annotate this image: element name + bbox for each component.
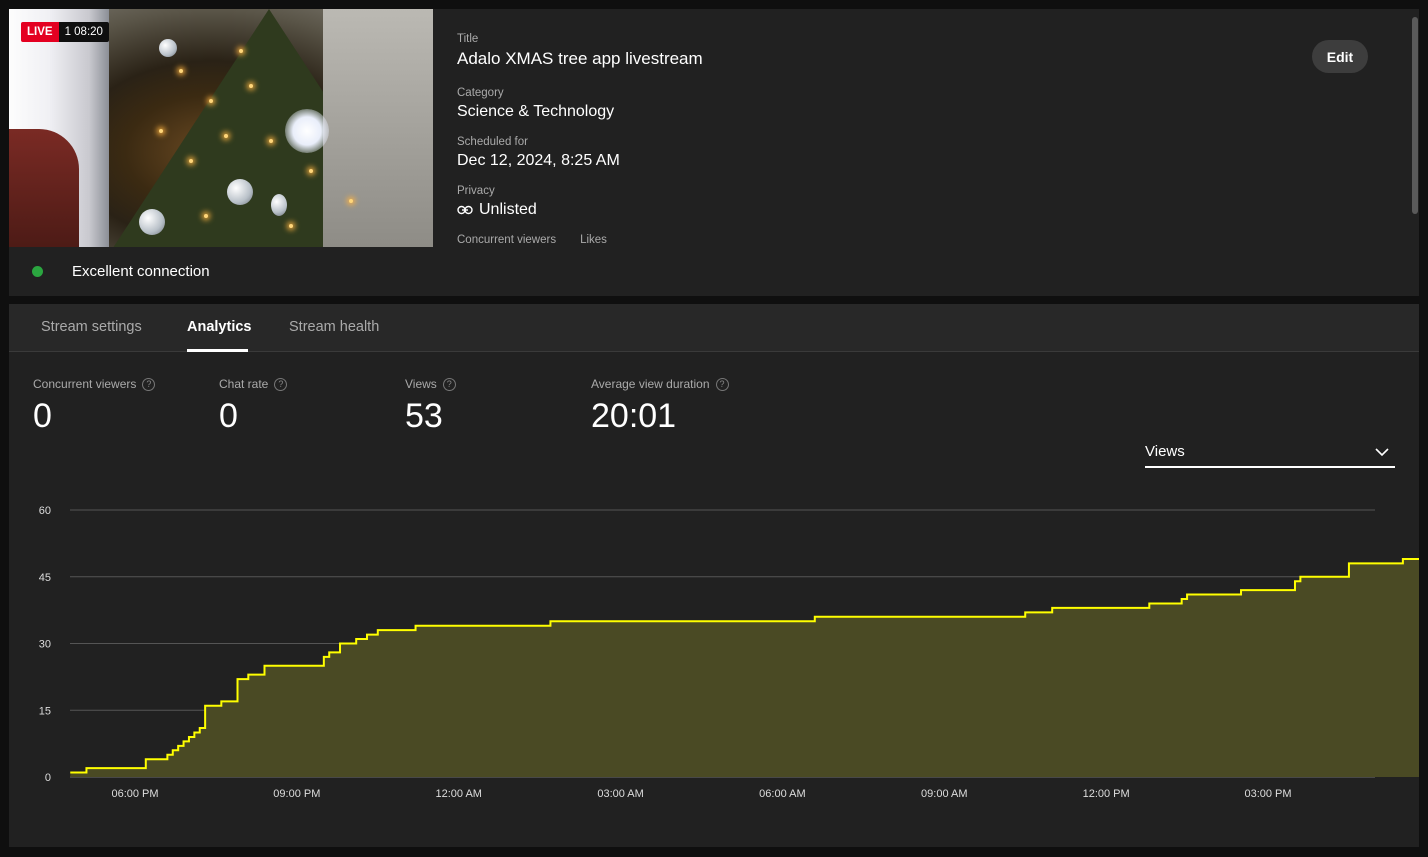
chevron-down-icon (1375, 448, 1389, 457)
preview-light (209, 99, 213, 103)
preview-ornament (271, 194, 287, 216)
x-tick-label: 06:00 AM (759, 788, 805, 800)
metric-concurrent-viewers: Concurrent viewers ? 0 (33, 377, 156, 436)
metric-label: Chat rate (219, 377, 269, 391)
x-tick-label: 06:00 PM (111, 788, 158, 800)
preview-light (239, 49, 243, 53)
preview-light (269, 139, 273, 143)
x-tick-label: 03:00 AM (597, 788, 643, 800)
preview-curtain (9, 129, 79, 247)
metric-label-row: Average view duration ? (591, 377, 729, 391)
metric-label: Views (405, 377, 437, 391)
metric-dropdown-value: Views (1145, 443, 1185, 460)
preview-snowflake-ornament (285, 109, 329, 153)
y-tick-label: 60 (39, 505, 51, 517)
scheduled-field: Scheduled for Dec 12, 2024, 8:25 AM (457, 136, 620, 170)
metric-label: Average view duration (591, 377, 710, 391)
metric-average-view-duration: Average view duration ? 20:01 (591, 377, 729, 436)
metric-label-row: Chat rate ? (219, 377, 288, 391)
metric-dropdown[interactable]: Views (1145, 441, 1395, 468)
privacy-value: Unlisted (479, 201, 537, 218)
preview-ornament (159, 39, 177, 57)
metric-value: 0 (219, 397, 238, 435)
preview-light (159, 129, 163, 133)
title-label: Title (457, 33, 479, 45)
category-label: Category (457, 87, 504, 99)
scheduled-label: Scheduled for (457, 136, 528, 148)
preview-light (179, 69, 183, 73)
x-tick-label: 03:00 PM (1244, 788, 1291, 800)
y-tick-label: 30 (39, 639, 51, 651)
preview-light (249, 84, 253, 88)
metric-value: 0 (33, 397, 52, 435)
live-elapsed-time: 1 08:20 (58, 22, 109, 42)
scrollbar[interactable] (1412, 17, 1418, 214)
preview-light (189, 159, 193, 163)
likes-label: Likes (580, 234, 607, 246)
active-tab-indicator (187, 349, 248, 352)
analytics-panel: Stream settings Analytics Stream health … (9, 304, 1419, 847)
preview-light (204, 214, 208, 218)
privacy-value-row: Unlisted (457, 201, 537, 219)
scheduled-value: Dec 12, 2024, 8:25 AM (457, 152, 620, 169)
stream-preview[interactable]: LIVE 1 08:20 (9, 9, 433, 247)
help-icon[interactable]: ? (142, 377, 156, 391)
preview-light (349, 199, 353, 203)
y-tick-label: 15 (39, 705, 51, 717)
x-tick-label: 09:00 AM (921, 788, 967, 800)
metric-label: Concurrent viewers (33, 377, 137, 391)
preview-ornament (227, 179, 253, 205)
metric-value: 53 (405, 397, 443, 435)
views-chart: 0 15 30 45 60 06:00 PM 09:00 PM 12:00 AM 03:00 A… (39, 505, 1419, 800)
tab-analytics[interactable]: Analytics (187, 319, 251, 335)
metric-chat-rate: Chat rate ? 0 (219, 377, 288, 436)
privacy-label: Privacy (457, 185, 495, 197)
y-tick-label: 45 (39, 572, 51, 584)
live-label: LIVE (21, 22, 59, 42)
stats-labels-row: Concurrent viewers Likes (457, 234, 607, 246)
preview-light (309, 169, 313, 173)
preview-ornament (139, 209, 165, 235)
privacy-field: Privacy Unlisted (457, 185, 537, 219)
y-tick-label: 0 (45, 772, 51, 784)
preview-light (289, 224, 293, 228)
metric-views: Views ? 53 (405, 377, 456, 436)
help-icon[interactable]: ? (274, 377, 288, 391)
help-icon[interactable]: ? (442, 377, 456, 391)
tab-stream-health[interactable]: Stream health (289, 319, 379, 335)
status-dot-icon (32, 266, 43, 277)
live-badge: LIVE 1 08:20 (21, 22, 109, 42)
x-tick-label: 09:00 PM (273, 788, 320, 800)
metric-label-row: Views ? (405, 377, 456, 391)
edit-button[interactable]: Edit (1312, 40, 1368, 73)
concurrent-viewers-label: Concurrent viewers (457, 234, 557, 246)
connection-status: Excellent connection (32, 263, 210, 280)
metric-value: 20:01 (591, 397, 677, 435)
x-tick-label: 12:00 AM (435, 788, 481, 800)
x-tick-label: 12:00 PM (1083, 788, 1130, 800)
preview-wall (323, 9, 433, 247)
tab-bar: Stream settings Analytics Stream health (9, 304, 1419, 352)
preview-light (224, 134, 228, 138)
link-icon (457, 205, 473, 215)
help-icon[interactable]: ? (715, 377, 729, 391)
stream-summary-panel: LIVE 1 08:20 Excellent connection Title … (9, 9, 1419, 296)
tab-stream-settings[interactable]: Stream settings (41, 319, 142, 335)
category-value: Science & Technology (457, 103, 615, 120)
connection-status-text: Excellent connection (72, 263, 210, 280)
title-value: Adalo XMAS tree app livestream (457, 49, 703, 68)
metric-label-row: Concurrent viewers ? (33, 377, 156, 391)
title-field: Title Adalo XMAS tree app livestream (457, 33, 703, 69)
category-field: Category Science & Technology (457, 87, 614, 121)
